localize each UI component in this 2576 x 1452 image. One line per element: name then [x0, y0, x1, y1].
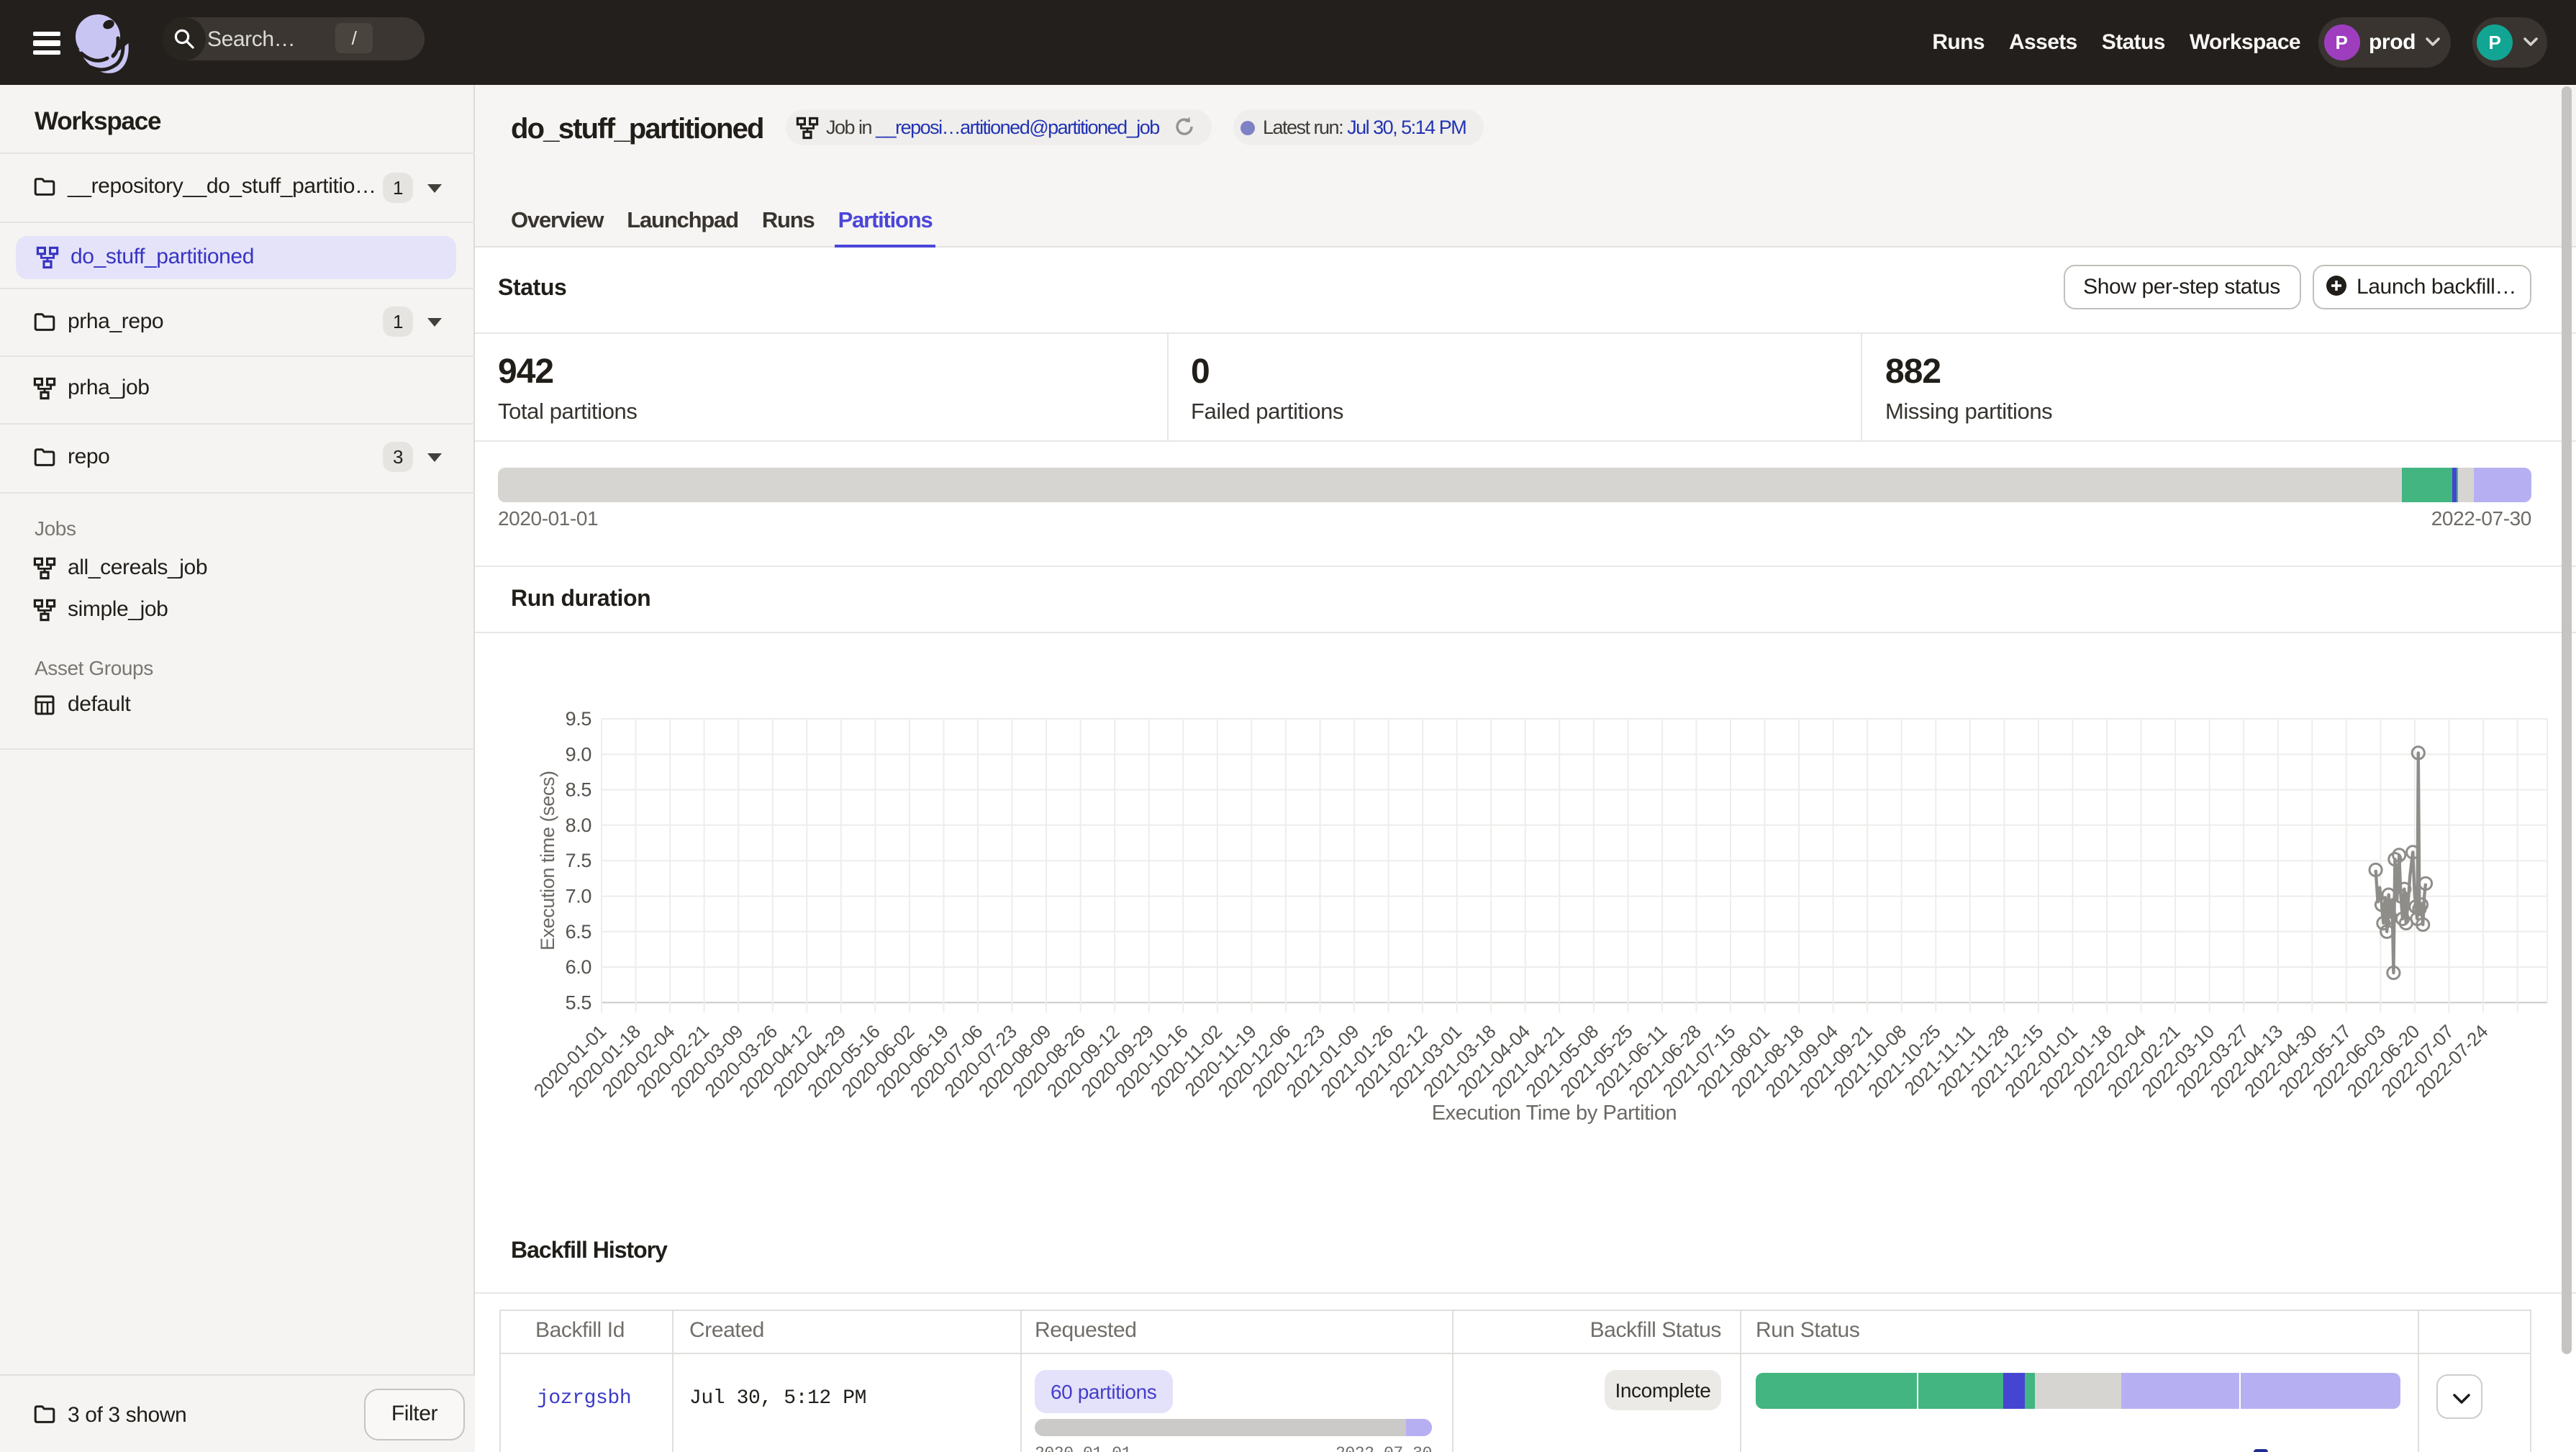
svg-text:7.5: 7.5: [566, 850, 591, 871]
svg-text:5.5: 5.5: [566, 992, 591, 1013]
svg-text:9.5: 9.5: [566, 708, 591, 730]
svg-text:Execution time (secs): Execution time (secs): [537, 771, 558, 950]
svg-text:Execution Time by Partition: Execution Time by Partition: [1432, 1102, 1677, 1125]
svg-text:6.5: 6.5: [566, 921, 591, 943]
svg-text:6.0: 6.0: [566, 956, 591, 978]
svg-text:9.0: 9.0: [566, 743, 591, 765]
svg-text:8.0: 8.0: [566, 815, 591, 836]
svg-text:8.5: 8.5: [566, 779, 591, 801]
svg-text:7.0: 7.0: [566, 885, 591, 907]
